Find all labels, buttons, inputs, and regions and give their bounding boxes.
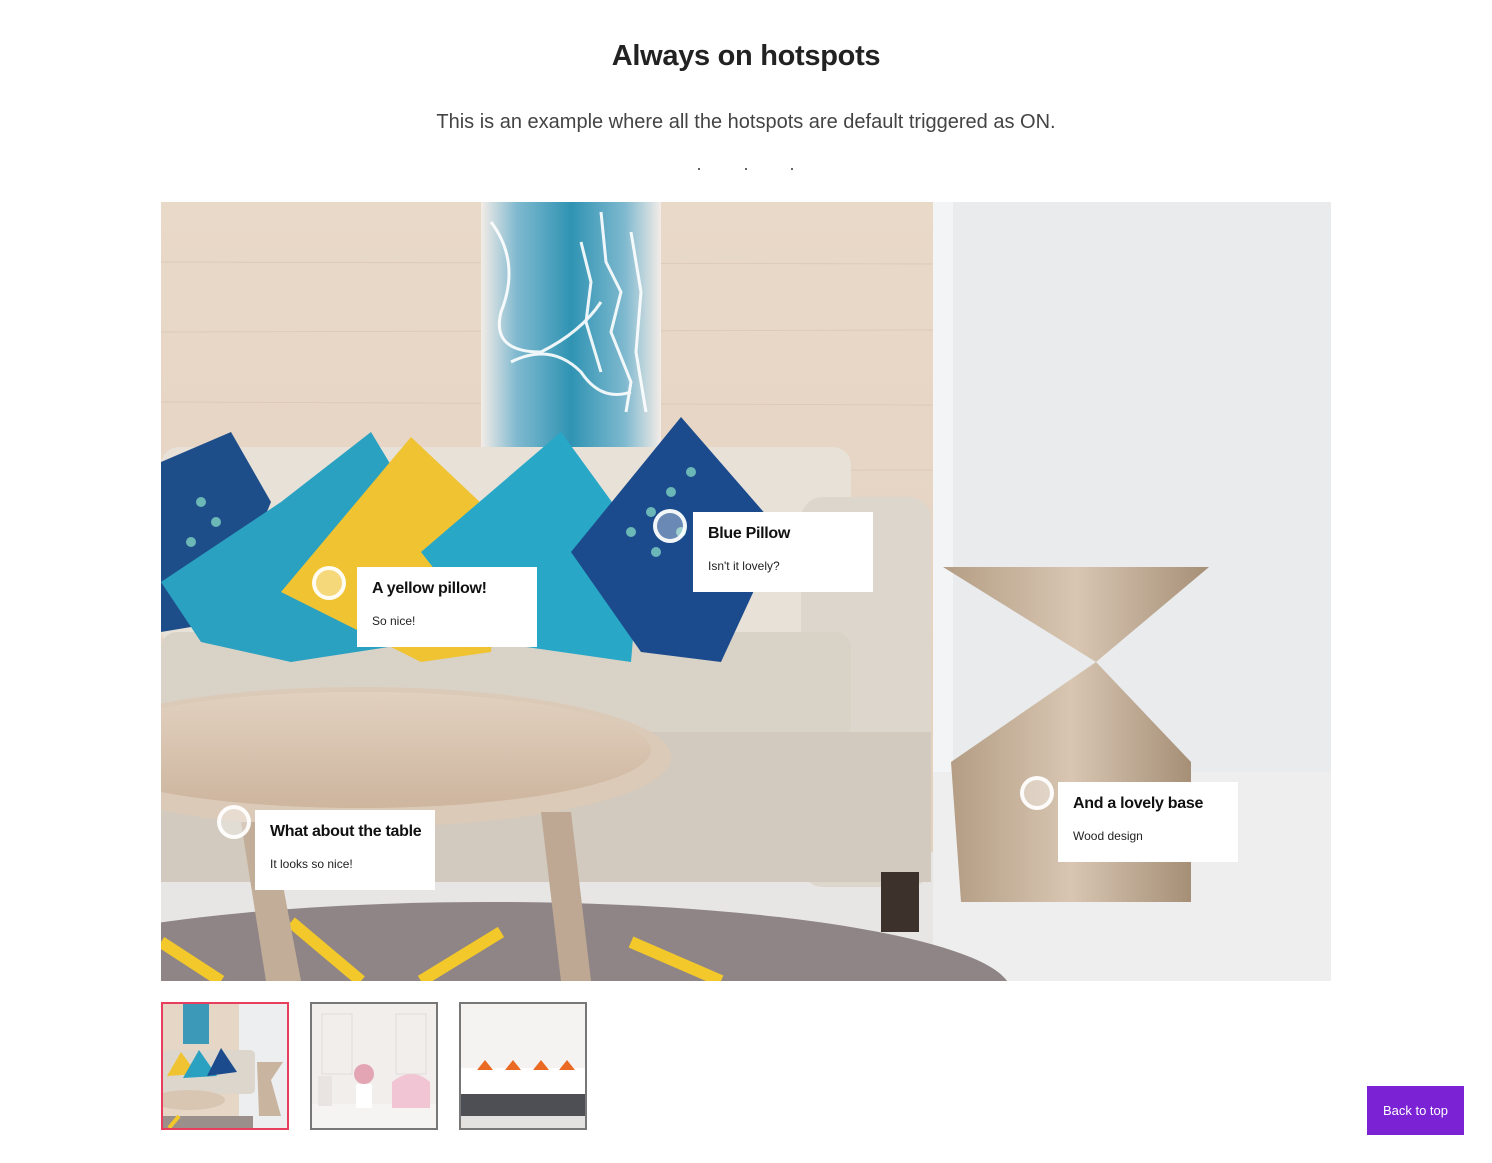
hotspot-tooltip-blue-pillow: Blue Pillow Isn't it lovely? xyxy=(693,512,873,592)
thumbnail-white-room[interactable] xyxy=(310,1002,438,1130)
hotspot-marker-base[interactable] xyxy=(1020,776,1054,810)
hotspot-marker-table[interactable] xyxy=(217,805,251,839)
thumbnail-living-room[interactable] xyxy=(161,1002,289,1130)
hotspot-title: A yellow pillow! xyxy=(372,580,487,597)
hotspot-marker-blue-pillow[interactable] xyxy=(653,509,687,543)
carousel-dot[interactable] xyxy=(745,168,747,170)
hotspot-description: Isn't it lovely? xyxy=(708,559,780,573)
hotspot-tooltip-yellow-pillow: A yellow pillow! So nice! xyxy=(357,567,537,647)
carousel-dot[interactable] xyxy=(698,168,700,170)
thumbnail-orange-pillows[interactable] xyxy=(459,1002,587,1130)
back-to-top-button[interactable]: Back to top xyxy=(1367,1086,1464,1135)
page-subtitle: This is an example where all the hotspot… xyxy=(436,111,1056,133)
hotspot-tooltip-base: And a lovely base Wood design xyxy=(1058,782,1238,862)
hotspot-marker-yellow-pillow[interactable] xyxy=(312,566,346,600)
hotspot-title: Blue Pillow xyxy=(708,525,791,542)
hotspot-description: So nice! xyxy=(372,614,416,628)
hotspot-title: What about the table xyxy=(270,823,422,840)
carousel-dot[interactable] xyxy=(791,168,793,170)
hotspot-description: Wood design xyxy=(1073,829,1143,843)
page-title: Always on hotspots xyxy=(611,40,881,72)
hotspot-image: A yellow pillow! So nice! Blue Pillow Is… xyxy=(161,202,1331,981)
hotspot-description: It looks so nice! xyxy=(270,857,353,871)
hotspot-tooltip-table: What about the table It looks so nice! xyxy=(255,810,435,890)
carousel-dots xyxy=(0,166,1492,172)
hotspot-title: And a lovely base xyxy=(1073,795,1204,812)
